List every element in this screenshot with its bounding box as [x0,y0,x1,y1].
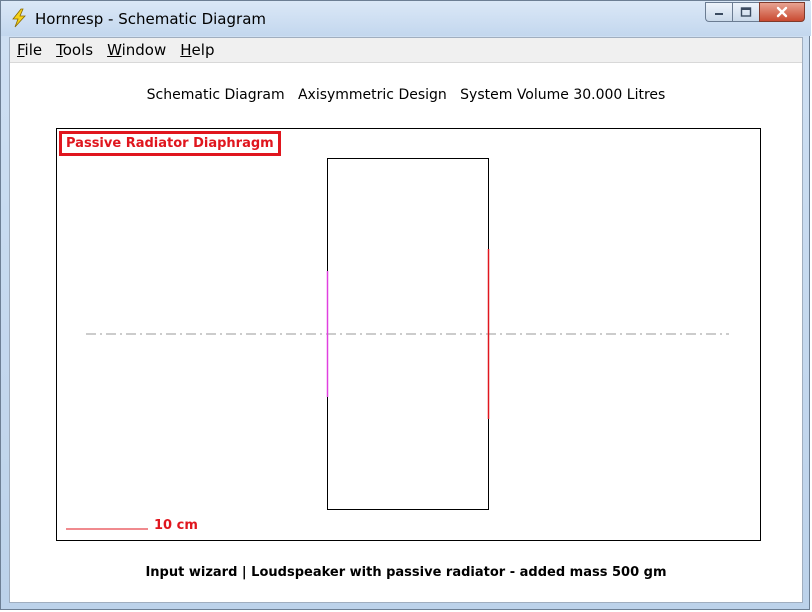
header-title: Schematic Diagram [146,87,285,103]
status-footer: Input wizard | Loudspeaker with passive … [145,565,667,580]
maximize-icon [740,7,752,17]
schematic-canvas[interactable]: Passive Radiator Diaphragm 10 cm [56,128,761,541]
scale-label: 10 cm [154,518,198,533]
maximize-button[interactable] [732,2,759,22]
close-button[interactable] [759,2,805,22]
lightning-bolt-icon [12,8,26,28]
header-design: Axisymmetric Design [297,87,447,103]
window-controls [705,2,805,24]
menu-bar: File Tools Window Help [10,38,802,63]
minimize-button[interactable] [705,2,732,22]
window-title: Hornresp - Schematic Diagram [35,10,266,28]
client-area: File Tools Window Help Schematic Diagram… [9,37,803,603]
app-window: Hornresp - Schematic Diagram File Tools … [0,0,811,610]
minimize-icon [715,13,723,15]
menu-tools[interactable]: Tools [49,39,100,61]
close-icon [776,6,788,18]
header-volume: System Volume 30.000 Litres [460,87,666,103]
diagram-header: Schematic Diagram Axisymmetric Design Sy… [10,87,802,103]
menu-window[interactable]: Window [100,39,173,61]
selected-component-label: Passive Radiator Diaphragm [59,131,281,156]
schematic-drawing [66,158,729,530]
menu-help[interactable]: Help [173,39,221,61]
menu-file[interactable]: File [10,39,49,61]
title-bar[interactable]: Hornresp - Schematic Diagram [1,1,811,36]
